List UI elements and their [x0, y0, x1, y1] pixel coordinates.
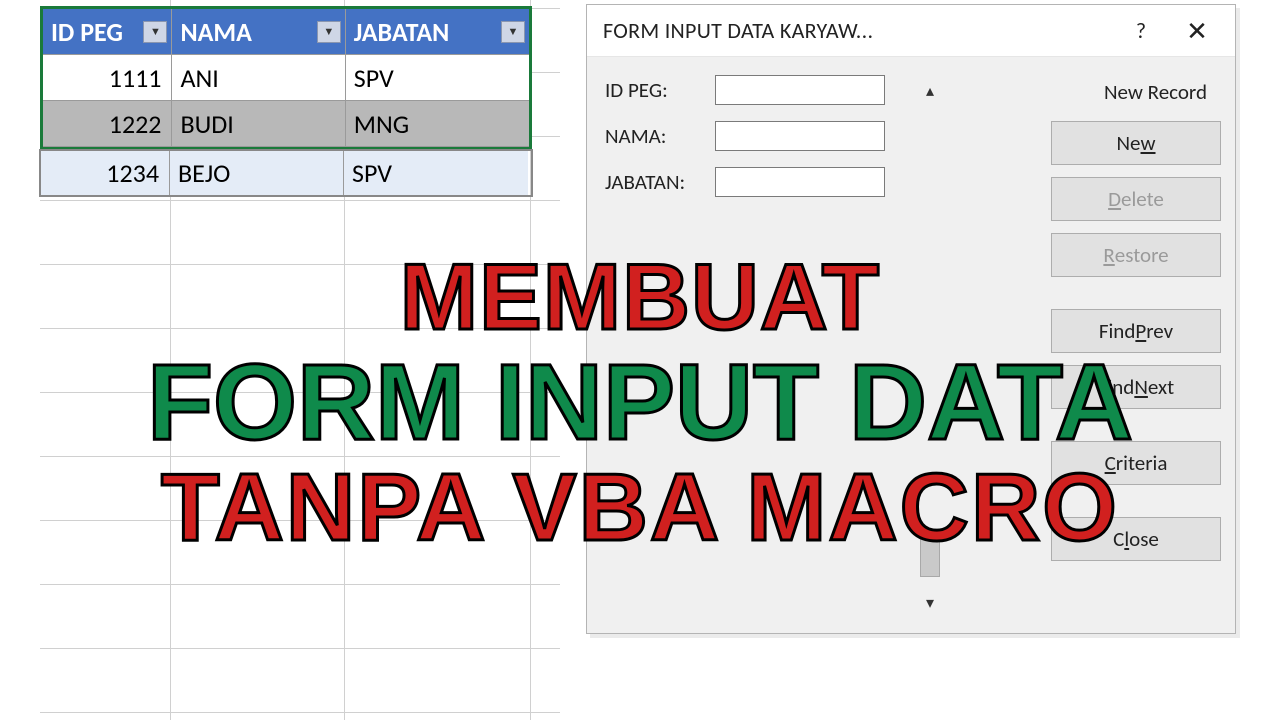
- filter-dropdown-icon[interactable]: ▼: [501, 21, 525, 43]
- spreadsheet-area: ID PEG ▼ NAMA ▼ JABATAN ▼ 1111 ANI SPV 1…: [40, 0, 560, 720]
- header-label: ID PEG: [51, 16, 123, 48]
- scroll-thumb[interactable]: [920, 531, 940, 577]
- cell-id[interactable]: 1222: [43, 101, 172, 147]
- btn-accel: w: [1141, 130, 1156, 156]
- new-button[interactable]: New: [1051, 121, 1221, 165]
- data-table-extra: 1234 BEJO SPV: [40, 150, 532, 196]
- cell-nama[interactable]: ANI: [172, 55, 345, 101]
- close-button[interactable]: Close: [1051, 517, 1221, 561]
- btn-text: estore: [1115, 242, 1169, 268]
- cell-jabatan[interactable]: MNG: [346, 101, 529, 147]
- btn-text: C: [1113, 526, 1124, 552]
- restore-button[interactable]: Restore: [1051, 233, 1221, 277]
- header-jabatan[interactable]: JABATAN ▼: [346, 9, 529, 55]
- btn-accel: R: [1103, 242, 1114, 268]
- btn-accel: P: [1135, 318, 1146, 344]
- field-jabatan: JABATAN:: [605, 167, 905, 197]
- jabatan-input[interactable]: [715, 167, 885, 197]
- scroll-up-icon[interactable]: ▴: [918, 79, 942, 103]
- delete-button[interactable]: Delete: [1051, 177, 1221, 221]
- btn-accel: N: [1134, 374, 1148, 400]
- scroll-down-icon[interactable]: ▾: [918, 591, 942, 615]
- help-button[interactable]: ?: [1113, 11, 1169, 51]
- field-label: NAMA:: [605, 123, 715, 149]
- table-row-selected[interactable]: 1234 BEJO SPV: [40, 150, 532, 196]
- field-label: ID PEG:: [605, 77, 715, 103]
- header-label: NAMA: [180, 16, 251, 48]
- dialog-buttons: New Record New Delete Restore Find Prev …: [955, 75, 1221, 615]
- btn-text: ext: [1148, 374, 1174, 400]
- cell-id[interactable]: 1111: [43, 55, 172, 101]
- find-prev-button[interactable]: Find Prev: [1051, 309, 1221, 353]
- header-label: JABATAN: [354, 16, 450, 48]
- filter-dropdown-icon[interactable]: ▼: [317, 21, 341, 43]
- btn-accel: D: [1108, 186, 1121, 212]
- cell-id[interactable]: 1234: [40, 150, 170, 196]
- criteria-button[interactable]: Criteria: [1051, 441, 1221, 485]
- btn-text: elete: [1121, 186, 1164, 212]
- data-table[interactable]: ID PEG ▼ NAMA ▼ JABATAN ▼ 1111 ANI SPV 1…: [40, 6, 532, 150]
- scroll-track[interactable]: [918, 111, 942, 583]
- filter-dropdown-icon[interactable]: ▼: [143, 21, 167, 43]
- table-row[interactable]: 1111 ANI SPV: [43, 55, 529, 101]
- btn-accel: C: [1105, 450, 1116, 476]
- btn-text: ose: [1129, 526, 1159, 552]
- nama-input[interactable]: [715, 121, 885, 151]
- btn-text: Find: [1099, 318, 1136, 344]
- field-nama: NAMA:: [605, 121, 905, 151]
- field-id-peg: ID PEG:: [605, 75, 905, 105]
- form-fields: ID PEG: NAMA: JABATAN:: [605, 75, 905, 615]
- btn-text: riteria: [1116, 450, 1168, 476]
- close-icon[interactable]: ✕: [1169, 11, 1225, 51]
- btn-text: Find: [1098, 374, 1135, 400]
- btn-text: rev: [1146, 318, 1173, 344]
- record-status: New Record: [1104, 79, 1207, 105]
- dialog-title: FORM INPUT DATA KARYAW...: [603, 17, 1113, 44]
- record-scrollbar[interactable]: ▴ ▾: [915, 75, 945, 615]
- table-header-row: ID PEG ▼ NAMA ▼ JABATAN ▼: [43, 9, 529, 55]
- data-form-dialog: FORM INPUT DATA KARYAW... ? ✕ ID PEG: NA…: [586, 4, 1236, 634]
- table-row[interactable]: 1222 BUDI MNG: [43, 101, 529, 147]
- find-next-button[interactable]: Find Next: [1051, 365, 1221, 409]
- id-peg-input[interactable]: [715, 75, 885, 105]
- cell-nama[interactable]: BEJO: [170, 150, 344, 196]
- dialog-titlebar[interactable]: FORM INPUT DATA KARYAW... ? ✕: [587, 5, 1235, 57]
- cell-jabatan[interactable]: SPV: [346, 55, 529, 101]
- btn-text: Ne: [1116, 130, 1140, 156]
- header-nama[interactable]: NAMA ▼: [172, 9, 345, 55]
- dialog-body: ID PEG: NAMA: JABATAN: ▴ ▾ New Record Ne…: [587, 57, 1235, 629]
- cell-jabatan[interactable]: SPV: [344, 150, 528, 196]
- cell-nama[interactable]: BUDI: [172, 101, 345, 147]
- header-id-peg[interactable]: ID PEG ▼: [43, 9, 172, 55]
- field-label: JABATAN:: [605, 169, 715, 195]
